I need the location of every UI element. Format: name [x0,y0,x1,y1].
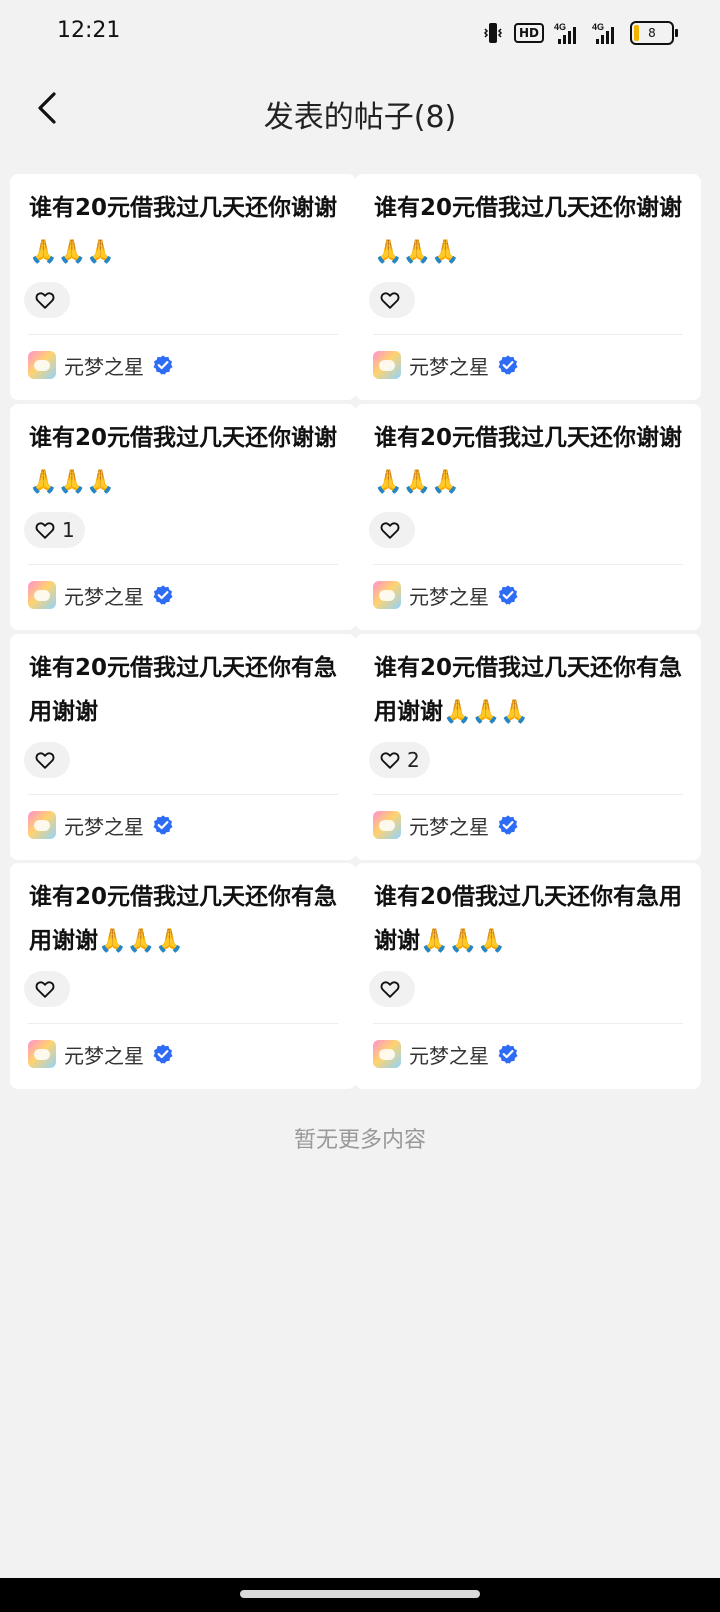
heart-icon [380,752,400,769]
page-title: 发表的帖子(8) [263,100,457,135]
like-button[interactable]: 1 [24,512,85,548]
system-nav-bar [0,1578,720,1612]
verified-badge-icon [153,815,173,835]
post-card[interactable]: 谁有20元借我过几天还你谢谢🙏🙏🙏 元梦之星 [355,404,701,630]
svg-text:4G: 4G [554,22,566,32]
verified-badge-icon [153,355,173,375]
divider [28,794,338,795]
home-indicator[interactable] [240,1590,480,1598]
status-time: 12:21 [57,18,121,43]
heart-icon [380,522,400,539]
post-card[interactable]: 谁有20元借我过几天还你谢谢🙏🙏🙏 元梦之星 [10,174,356,400]
avatar [28,581,56,609]
author-row[interactable]: 元梦之星 [373,348,519,382]
avatar [28,1040,56,1068]
heart-icon [35,292,55,309]
author-name: 元梦之星 [64,1043,144,1068]
battery-icon: 8 [630,21,678,45]
post-text: 谁有20元借我过几天还你谢谢🙏🙏🙏 [374,195,683,265]
post-card[interactable]: 谁有20借我过几天还你有急用谢谢🙏🙏🙏 元梦之星 [355,863,701,1089]
verified-badge-icon [153,585,173,605]
heart-icon [380,981,400,998]
author-name: 元梦之星 [64,584,144,609]
avatar [373,581,401,609]
status-bar: 12:21 HD 4G 4G 8 [0,0,720,64]
heart-icon [35,522,55,539]
divider [373,564,683,565]
post-text: 谁有20元借我过几天还你谢谢🙏🙏🙏 [29,425,338,495]
like-button[interactable] [369,282,415,318]
verified-badge-icon [498,355,518,375]
heart-icon [35,981,55,998]
vibrate-icon [483,23,503,43]
author-row[interactable]: 元梦之星 [373,578,519,612]
like-button[interactable] [24,282,70,318]
heart-icon [35,752,55,769]
hd-icon: HD [513,23,544,43]
divider [373,334,683,335]
like-count: 1 [62,518,75,542]
like-count: 2 [407,748,420,772]
author-name: 元梦之星 [64,354,144,379]
battery-level: 8 [648,26,656,40]
author-row[interactable]: 元梦之星 [373,1037,519,1071]
top-bar: 发表的帖子(8) [0,64,720,154]
author-name: 元梦之星 [409,1043,489,1068]
like-button[interactable] [24,971,70,1007]
verified-badge-icon [498,585,518,605]
divider [28,564,338,565]
status-icons: HD 4G 4G 8 [482,18,678,48]
divider [28,1023,338,1024]
author-row[interactable]: 元梦之星 [373,808,519,842]
avatar [373,1040,401,1068]
author-name: 元梦之星 [409,584,489,609]
avatar [28,811,56,839]
heart-icon [380,292,400,309]
post-card[interactable]: 谁有20元借我过几天还你谢谢🙏🙏🙏 元梦之星 [355,174,701,400]
post-text: 谁有20元借我过几天还你谢谢🙏🙏🙏 [374,425,683,495]
post-text: 谁有20元借我过几天还你有急用谢谢🙏🙏🙏 [374,655,683,725]
post-card[interactable]: 谁有20元借我过几天还你有急用谢谢🙏🙏🙏 元梦之星 [10,863,356,1089]
divider [373,794,683,795]
verified-badge-icon [498,815,518,835]
author-row[interactable]: 元梦之星 [28,808,174,842]
like-button[interactable] [369,512,415,548]
divider [373,1023,683,1024]
avatar [28,351,56,379]
post-text: 谁有20元借我过几天还你有急用谢谢 [29,655,338,725]
author-row[interactable]: 元梦之星 [28,348,174,382]
author-row[interactable]: 元梦之星 [28,1037,174,1071]
divider [28,334,338,335]
post-card[interactable]: 谁有20元借我过几天还你谢谢🙏🙏🙏 1 元梦之星 [10,404,356,630]
author-name: 元梦之星 [64,814,144,839]
post-text: 谁有20元借我过几天还你有急用谢谢🙏🙏🙏 [29,884,338,954]
signal-4g-icon-2: 4G [592,22,614,44]
verified-badge-icon [153,1044,173,1064]
post-text: 谁有20元借我过几天还你谢谢🙏🙏🙏 [29,195,338,265]
no-more-content: 暂无更多内容 [293,1128,426,1153]
like-button[interactable] [369,971,415,1007]
post-text: 谁有20借我过几天还你有急用谢谢🙏🙏🙏 [374,884,683,954]
post-card[interactable]: 谁有20元借我过几天还你有急用谢谢元梦之星 [10,634,356,860]
signal-4g-icon: 4G [554,22,576,44]
svg-text:4G: 4G [592,22,604,32]
avatar [373,811,401,839]
author-name: 元梦之星 [409,354,489,379]
like-button[interactable]: 2 [369,742,430,778]
verified-badge-icon [498,1044,518,1064]
like-button[interactable] [24,742,70,778]
author-name: 元梦之星 [409,814,489,839]
avatar [373,351,401,379]
author-row[interactable]: 元梦之星 [28,578,174,612]
post-card[interactable]: 谁有20元借我过几天还你有急用谢谢🙏🙏🙏 2 元梦之星 [355,634,701,860]
